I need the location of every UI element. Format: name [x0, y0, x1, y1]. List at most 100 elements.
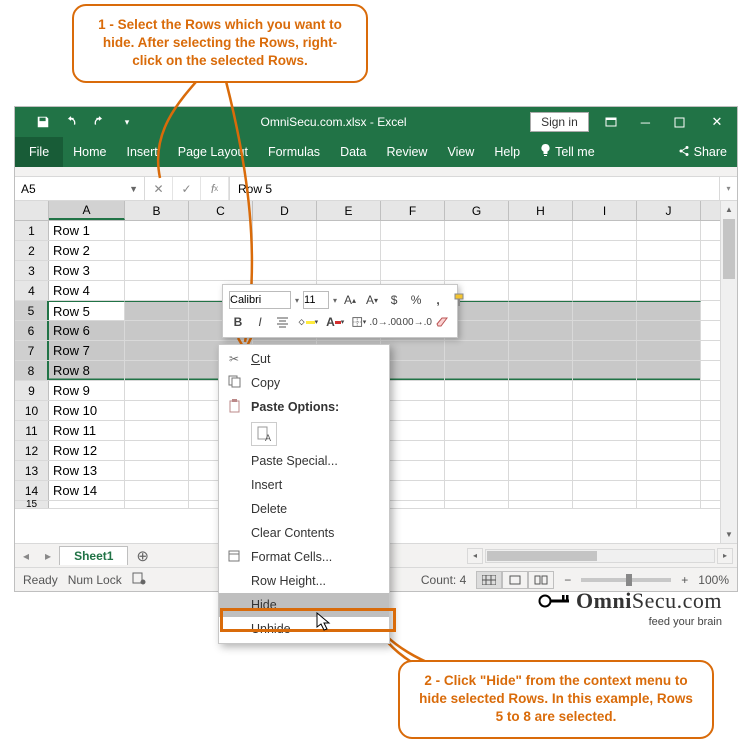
increase-font-icon[interactable]: A▴ [341, 290, 359, 310]
cell[interactable] [317, 241, 381, 260]
cell[interactable] [381, 381, 445, 400]
enter-entry-icon[interactable]: ✓ [173, 177, 201, 200]
tab-view[interactable]: View [437, 137, 484, 167]
cell[interactable] [509, 261, 573, 280]
cell[interactable]: Row 4 [49, 281, 125, 300]
cell[interactable] [509, 381, 573, 400]
maximize-button[interactable] [662, 107, 697, 137]
cell[interactable]: Row 10 [49, 401, 125, 420]
cell[interactable] [125, 281, 189, 300]
cell[interactable] [445, 481, 509, 500]
tab-file[interactable]: File [15, 137, 63, 167]
cell[interactable] [445, 461, 509, 480]
percent-format-icon[interactable]: % [407, 290, 425, 310]
paste-keep-text-icon[interactable]: A [251, 422, 277, 446]
row-header[interactable]: 7 [15, 341, 49, 360]
cell[interactable] [125, 381, 189, 400]
qat-customize-icon[interactable]: ▾ [113, 107, 141, 137]
ctx-unhide[interactable]: Unhide [219, 617, 389, 641]
column-header[interactable]: C [189, 201, 253, 220]
ribbon-display-icon[interactable] [593, 107, 629, 137]
row-header[interactable]: 2 [15, 241, 49, 260]
ctx-clear-contents[interactable]: Clear Contents [219, 521, 389, 545]
cell[interactable] [573, 461, 637, 480]
cell[interactable] [381, 341, 445, 360]
minimize-button[interactable]: ─ [629, 107, 662, 137]
cell[interactable] [637, 341, 701, 360]
borders-icon[interactable]: ▾ [350, 312, 368, 332]
cell[interactable] [189, 261, 253, 280]
cell[interactable] [509, 221, 573, 240]
tell-me-button[interactable]: Tell me [530, 137, 605, 167]
row-header[interactable]: 1 [15, 221, 49, 240]
cell[interactable]: Row 9 [49, 381, 125, 400]
cell[interactable] [445, 441, 509, 460]
cell[interactable] [573, 301, 637, 320]
cell[interactable] [317, 221, 381, 240]
cell[interactable] [125, 261, 189, 280]
cell[interactable] [573, 321, 637, 340]
row-header[interactable]: 12 [15, 441, 49, 460]
cell[interactable]: Row 13 [49, 461, 125, 480]
cell[interactable] [573, 421, 637, 440]
fill-color-icon[interactable]: ▾ [295, 312, 320, 332]
column-header[interactable]: J [637, 201, 701, 220]
mini-font-size[interactable] [303, 291, 329, 309]
cell[interactable]: Row 3 [49, 261, 125, 280]
cell[interactable] [253, 221, 317, 240]
cell[interactable] [509, 401, 573, 420]
cell[interactable] [637, 361, 701, 380]
cell[interactable] [125, 401, 189, 420]
cell[interactable] [381, 221, 445, 240]
cell[interactable] [445, 241, 509, 260]
ctx-row-height[interactable]: Row Height... [219, 569, 389, 593]
tab-home[interactable]: Home [63, 137, 116, 167]
sheet-tab-active[interactable]: Sheet1 [59, 546, 128, 565]
cell[interactable]: Row 2 [49, 241, 125, 260]
ctx-insert[interactable]: Insert [219, 473, 389, 497]
cell[interactable] [381, 421, 445, 440]
scroll-up-icon[interactable]: ▲ [721, 201, 737, 218]
cell[interactable] [637, 221, 701, 240]
cell[interactable] [637, 281, 701, 300]
ctx-paste-keep-text[interactable]: A [219, 419, 389, 449]
sign-in-button[interactable]: Sign in [530, 112, 589, 132]
hscroll-left-icon[interactable]: ◂ [467, 548, 483, 564]
cell[interactable] [637, 381, 701, 400]
tab-insert[interactable]: Insert [117, 137, 168, 167]
align-center-icon[interactable] [273, 312, 291, 332]
cell[interactable] [125, 321, 189, 340]
cell[interactable] [509, 281, 573, 300]
cell[interactable] [125, 221, 189, 240]
increase-decimal-icon[interactable]: .0→.00 [372, 312, 398, 332]
cell[interactable] [125, 481, 189, 500]
share-button[interactable]: Share [668, 137, 737, 167]
column-header[interactable]: H [509, 201, 573, 220]
cell[interactable] [637, 261, 701, 280]
cell[interactable]: Row 1 [49, 221, 125, 240]
cell[interactable] [445, 401, 509, 420]
row-header[interactable]: 5 [15, 301, 49, 320]
cancel-entry-icon[interactable]: ✕ [145, 177, 173, 200]
vscroll-thumb[interactable] [723, 219, 735, 279]
ctx-format-cells[interactable]: Format Cells... [219, 545, 389, 569]
tab-formulas[interactable]: Formulas [258, 137, 330, 167]
cell[interactable] [573, 361, 637, 380]
row-header[interactable]: 10 [15, 401, 49, 420]
cell[interactable] [509, 481, 573, 500]
cell[interactable] [637, 421, 701, 440]
close-button[interactable]: ✕ [697, 107, 737, 137]
cell[interactable] [637, 481, 701, 500]
cell[interactable] [381, 241, 445, 260]
cell[interactable] [253, 241, 317, 260]
cell[interactable] [381, 441, 445, 460]
cell[interactable] [125, 501, 189, 508]
cell[interactable] [317, 261, 381, 280]
column-header[interactable]: G [445, 201, 509, 220]
column-header[interactable]: B [125, 201, 189, 220]
row-header[interactable]: 8 [15, 361, 49, 380]
cell[interactable] [381, 401, 445, 420]
cell[interactable] [573, 281, 637, 300]
macro-record-icon[interactable] [132, 571, 146, 588]
decrease-decimal-icon[interactable]: .00→.0 [403, 312, 429, 332]
